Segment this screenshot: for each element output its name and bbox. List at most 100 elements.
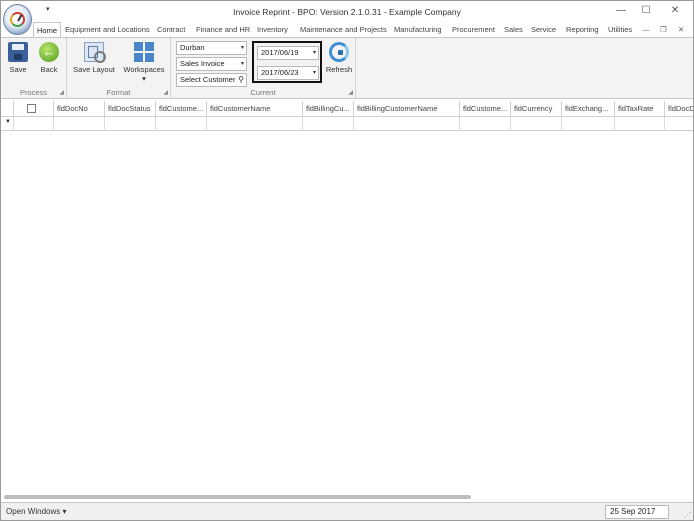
- filter-cell[interactable]: [105, 117, 156, 131]
- tab-reporting[interactable]: Reporting: [566, 22, 599, 38]
- date-to-picker[interactable]: 2017/06/23 ▾: [257, 66, 319, 80]
- workspaces-label: Workspaces: [123, 65, 165, 74]
- refresh-icon: [329, 42, 349, 62]
- open-windows-button[interactable]: Open Windows ▾: [6, 507, 66, 516]
- column-header[interactable]: fldCurrency: [511, 101, 562, 117]
- mdi-close-button[interactable]: ✕: [678, 22, 684, 38]
- tab-home[interactable]: Home: [33, 22, 62, 38]
- horizontal-scrollbar[interactable]: [4, 492, 690, 501]
- column-header[interactable]: fldCustome...: [460, 101, 511, 117]
- date-range-box: 2017/06/19 ▾ 2017/06/23 ▾: [252, 41, 322, 83]
- application-menu-orb[interactable]: [3, 4, 32, 35]
- date-from-picker[interactable]: 2017/06/19 ▾: [257, 46, 319, 60]
- refresh-button[interactable]: Refresh: [324, 42, 354, 74]
- chevron-down-icon: ▾: [312, 50, 316, 56]
- document-type-value: Sales Invoice: [180, 59, 225, 68]
- chevron-down-icon: ▾: [240, 45, 244, 51]
- workspaces-dropdown-arrow: ▾: [142, 74, 146, 83]
- chevron-down-icon: ▾: [240, 61, 244, 67]
- save-button[interactable]: Save: [5, 42, 31, 74]
- format-group-launcher-icon[interactable]: ◢: [163, 89, 168, 96]
- minimize-button[interactable]: —: [610, 4, 632, 18]
- customer-search-field[interactable]: Select Customer ⚲: [176, 73, 247, 87]
- save-label: Save: [9, 65, 27, 74]
- filter-cell[interactable]: [303, 117, 354, 131]
- filter-row-indicator: ▼: [1, 117, 14, 131]
- workspaces-icon: [134, 42, 154, 62]
- column-header[interactable]: fldCustomerName: [207, 101, 303, 117]
- window-title: Invoice Reprint - BPO: Version 2.1.0.31 …: [233, 7, 461, 17]
- filter-row: ▼: [1, 117, 693, 131]
- filter-cell[interactable]: [14, 117, 54, 131]
- back-arrow-icon: [39, 42, 59, 62]
- title-bar: ▾ Invoice Reprint - BPO: Version 2.1.0.3…: [1, 1, 693, 23]
- filter-cell[interactable]: [665, 117, 693, 131]
- tab-utilities[interactable]: Utilities: [608, 22, 632, 38]
- workspaces-button[interactable]: Workspaces ▾: [121, 42, 167, 83]
- tab-procurement[interactable]: Procurement: [452, 22, 495, 38]
- date-from-value: 2017/06/19: [261, 48, 299, 57]
- date-to-value: 2017/06/23: [261, 68, 299, 77]
- ribbon: Save Back Process ◢ Save Layout Workspac…: [1, 37, 693, 99]
- chevron-down-icon: ▾: [312, 70, 316, 76]
- select-all-checkbox[interactable]: [27, 104, 36, 113]
- filter-cell[interactable]: [354, 117, 460, 131]
- filter-cell[interactable]: [207, 117, 303, 131]
- tab-inventory[interactable]: Inventory: [257, 22, 288, 38]
- status-date: 25 Sep 2017: [605, 505, 669, 519]
- filter-cell[interactable]: [615, 117, 665, 131]
- ribbon-tabs: Home Equipment and Locations Contract Fi…: [1, 22, 693, 38]
- save-layout-button[interactable]: Save Layout: [71, 42, 117, 74]
- filter-cell[interactable]: [54, 117, 105, 131]
- refresh-label: Refresh: [325, 65, 353, 74]
- format-group-label: Format: [106, 88, 131, 97]
- mdi-minimize-button[interactable]: —: [642, 22, 650, 38]
- scrollbar-thumb[interactable]: [4, 495, 471, 499]
- save-layout-label: Save Layout: [73, 65, 115, 74]
- filter-cell[interactable]: [511, 117, 562, 131]
- save-icon: [8, 42, 28, 62]
- mdi-restore-button[interactable]: ❐: [660, 22, 667, 38]
- site-value: Durban: [180, 43, 205, 52]
- data-grid: fldDocNo fldDocStatus fldCustome... fldC…: [1, 101, 693, 133]
- process-group-label: Process: [19, 88, 48, 97]
- row-indicator-header: [1, 101, 14, 117]
- process-group-launcher-icon[interactable]: ◢: [59, 89, 64, 96]
- site-select[interactable]: Durban ▾: [176, 41, 247, 55]
- tab-contract[interactable]: Contract: [157, 22, 185, 38]
- status-bar: Open Windows ▾ 25 Sep 2017 ⋰: [1, 502, 693, 520]
- filter-cell[interactable]: [562, 117, 615, 131]
- column-header[interactable]: fldExchang...: [562, 101, 615, 117]
- document-type-select[interactable]: Sales Invoice ▾: [176, 57, 247, 71]
- grid-header: fldDocNo fldDocStatus fldCustome... fldC…: [1, 101, 693, 117]
- column-header[interactable]: fldTaxRate: [615, 101, 665, 117]
- save-layout-icon: [84, 42, 106, 63]
- application-window: ▾ Invoice Reprint - BPO: Version 2.1.0.3…: [0, 0, 694, 521]
- close-button[interactable]: ✕: [664, 4, 686, 18]
- back-button[interactable]: Back: [35, 42, 63, 74]
- tab-maintenance-and-projects[interactable]: Maintenance and Projects: [300, 22, 387, 38]
- customer-placeholder: Select Customer: [180, 75, 236, 84]
- format-group: Save Layout Workspaces ▾ Format ◢: [67, 38, 171, 99]
- back-label: Back: [40, 65, 58, 74]
- column-header[interactable]: fldDocD: [665, 101, 693, 117]
- maximize-button[interactable]: ☐: [635, 4, 657, 18]
- filter-cell[interactable]: [460, 117, 511, 131]
- process-group: Save Back Process ◢: [1, 38, 67, 99]
- tab-service[interactable]: Service: [531, 22, 556, 38]
- filter-cell[interactable]: [156, 117, 207, 131]
- column-header[interactable]: fldDocStatus: [105, 101, 156, 117]
- select-all-header: [14, 101, 54, 117]
- filter-icon: ▼: [5, 119, 11, 125]
- current-group-launcher-icon[interactable]: ◢: [348, 89, 353, 96]
- tab-manufacturing[interactable]: Manufacturing: [394, 22, 442, 38]
- tab-sales[interactable]: Sales: [504, 22, 523, 38]
- resize-grip-icon[interactable]: ⋰: [684, 511, 691, 519]
- tab-equipment-and-locations[interactable]: Equipment and Locations: [65, 22, 150, 38]
- column-header[interactable]: fldDocNo: [54, 101, 105, 117]
- column-header[interactable]: fldBillingCu...: [303, 101, 354, 117]
- search-icon: ⚲: [238, 75, 244, 84]
- column-header[interactable]: fldCustome...: [156, 101, 207, 117]
- column-header[interactable]: fldBillingCustomerName: [354, 101, 460, 117]
- tab-finance-and-hr[interactable]: Finance and HR: [196, 22, 250, 38]
